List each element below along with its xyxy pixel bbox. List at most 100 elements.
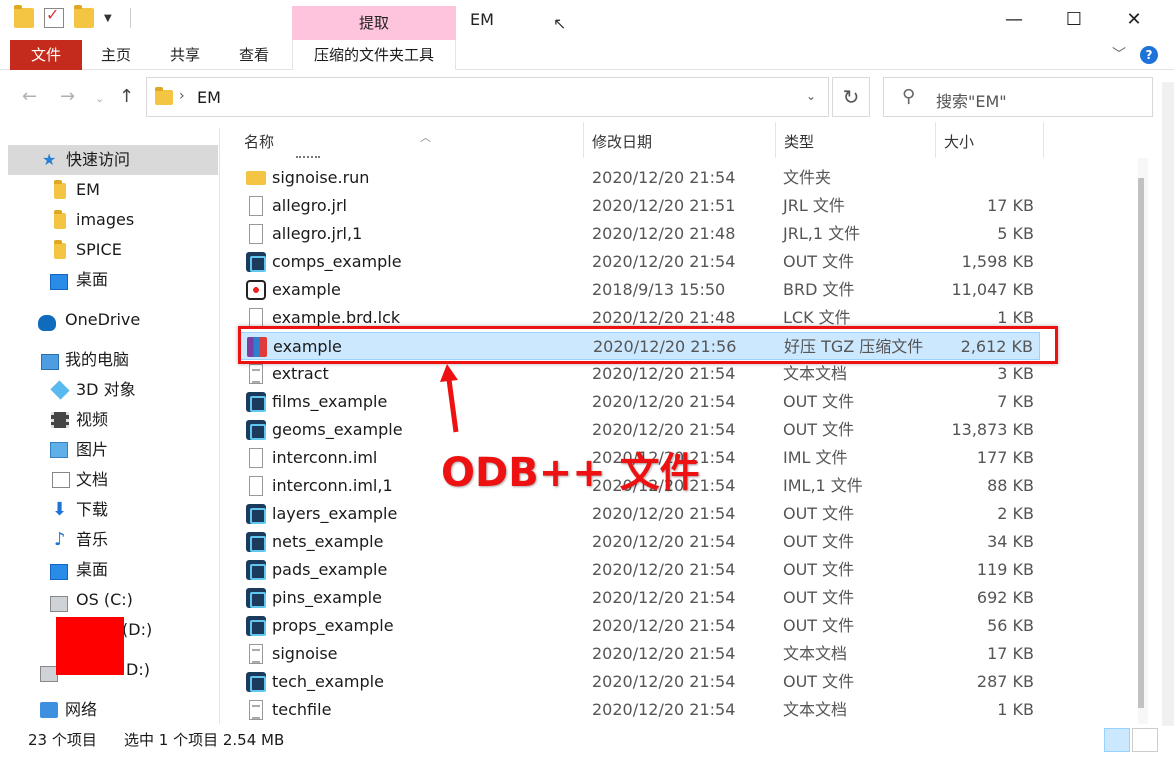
- scrollbar-thumb[interactable]: [1138, 178, 1144, 708]
- annotation-arrow: [440, 364, 459, 433]
- maximize-button[interactable]: ☐: [1044, 4, 1104, 36]
- file-row[interactable]: allegro.jrl 2020/12/20 21:51 JRL 文件 17 KB: [240, 192, 1040, 220]
- customize-dropdown-icon[interactable]: ▼: [104, 13, 112, 24]
- column-header-name[interactable]: 名称 ︿: [236, 122, 584, 158]
- sidebar-item-desktop[interactable]: 桌面: [8, 265, 218, 295]
- file-row[interactable]: comps_example 2020/12/20 21:54 OUT 文件 1,598…: [240, 248, 1040, 276]
- sidebar-item-drive-c[interactable]: OS (C:): [8, 585, 218, 615]
- computer-icon: [41, 354, 59, 370]
- file-row[interactable]: example 2018/9/13 15:50 BRD 文件 11,047 KB: [240, 276, 1040, 304]
- file-row[interactable]: props_example 2020/12/20 21:54 OUT 文件 56 KB: [240, 612, 1040, 640]
- column-header-modified[interactable]: 修改日期: [584, 122, 776, 158]
- file-row[interactable]: techfile 2020/12/20 21:54 文本文档 1 KB: [240, 696, 1040, 724]
- search-input[interactable]: ⚲ 搜索"EM": [883, 77, 1153, 117]
- sidebar-item-spice[interactable]: SPICE: [8, 235, 218, 265]
- desktop-icon: [50, 564, 68, 580]
- file-name: signoise: [272, 644, 338, 663]
- file-date: 2020/12/20 21:54: [592, 616, 736, 635]
- file-row[interactable]: signoise 2020/12/20 21:54 文本文档 17 KB: [240, 640, 1040, 668]
- file-size: 34 KB: [987, 532, 1034, 551]
- sidebar-item-pictures[interactable]: 图片: [8, 435, 218, 465]
- desktop-icon: [50, 274, 68, 290]
- breadcrumb-em[interactable]: EM: [197, 88, 221, 107]
- sidebar-item-label: 网络: [65, 700, 98, 719]
- navigation-bar: ← → ⌄ ↑ › EM ⌄ ↻ ⚲ 搜索"EM": [0, 76, 1174, 118]
- column-header-type[interactable]: 类型: [776, 122, 936, 158]
- file-row[interactable]: extract 2020/12/20 21:54 文本文档 3 KB: [240, 360, 1040, 388]
- sidebar-item-3d-objects[interactable]: 3D 对象: [8, 375, 218, 405]
- file-row[interactable]: allegro.jrl,1 2020/12/20 21:48 JRL,1 文件 5 K…: [240, 220, 1040, 248]
- file-row[interactable]: films_example 2020/12/20 21:54 OUT 文件 7 KB: [240, 388, 1040, 416]
- sidebar-item-desktop-pc[interactable]: 桌面: [8, 555, 218, 585]
- address-dropdown-icon[interactable]: ⌄: [806, 89, 816, 103]
- sidebar-item-onedrive[interactable]: OneDrive: [8, 305, 218, 335]
- forward-arrow-icon[interactable]: →: [60, 86, 75, 107]
- sidebar-item-music[interactable]: ♪ 音乐: [8, 525, 218, 555]
- help-icon[interactable]: ?: [1140, 46, 1158, 64]
- sidebar-item-label: OS (C:): [76, 590, 133, 609]
- details-view-button[interactable]: [1104, 728, 1130, 752]
- large-icons-view-button[interactable]: [1132, 728, 1158, 752]
- file-name: tech_example: [272, 672, 384, 691]
- refresh-button[interactable]: ↻: [832, 77, 870, 117]
- sidebar-item-label: 桌面: [76, 270, 109, 289]
- column-header-size[interactable]: 大小: [936, 122, 1044, 158]
- sidebar-item-em[interactable]: EM: [8, 175, 218, 205]
- file-type: OUT 文件: [783, 504, 855, 523]
- text-file-icon: [249, 700, 263, 720]
- sidebar-item-videos[interactable]: 视频: [8, 405, 218, 435]
- file-type: OUT 文件: [783, 616, 855, 635]
- vertical-scrollbar[interactable]: [1138, 158, 1148, 724]
- context-tab-header[interactable]: 提取: [292, 6, 456, 40]
- sidebar-item-documents[interactable]: 文档: [8, 465, 218, 495]
- file-row[interactable]: signoise.run 2020/12/20 21:54 文件夹: [240, 164, 1040, 192]
- breadcrumb-chevron-icon[interactable]: ›: [179, 88, 185, 104]
- drive-icon: [50, 596, 68, 612]
- file-name: signoise.run: [272, 168, 370, 187]
- new-folder-icon[interactable]: [74, 5, 94, 28]
- file-row[interactable]: nets_example 2020/12/20 21:54 OUT 文件 34 KB: [240, 528, 1040, 556]
- folder-icon[interactable]: [14, 5, 34, 28]
- sidebar-item-images[interactable]: images: [8, 205, 218, 235]
- sidebar-item-label: 桌面: [76, 560, 109, 579]
- file-name: techfile: [272, 700, 332, 719]
- file-date: 2020/12/20 21:54: [592, 588, 736, 607]
- file-row[interactable]: pads_example 2020/12/20 21:54 OUT 文件 119 KB: [240, 556, 1040, 584]
- chevron-down-icon[interactable]: ﹀: [1112, 44, 1126, 64]
- tab-file[interactable]: 文件: [10, 40, 82, 70]
- file-size: 88 KB: [987, 476, 1034, 495]
- file-row[interactable]: pins_example 2020/12/20 21:54 OUT 文件 692 KB: [240, 584, 1040, 612]
- close-button[interactable]: ✕: [1104, 4, 1164, 36]
- file-row[interactable]: layers_example 2020/12/20 21:54 OUT 文件 2 KB: [240, 500, 1040, 528]
- sidebar-item-downloads[interactable]: ⬇ 下载: [8, 495, 218, 525]
- back-arrow-icon[interactable]: ←: [22, 86, 37, 107]
- file-type: OUT 文件: [783, 588, 855, 607]
- file-name: allegro.jrl: [272, 196, 347, 215]
- file-row[interactable]: tech_example 2020/12/20 21:54 OUT 文件 287 KB: [240, 668, 1040, 696]
- address-bar[interactable]: › EM ⌄: [146, 77, 829, 117]
- tab-compressed-folder-tools[interactable]: 压缩的文件夹工具: [292, 40, 456, 70]
- pane-splitter[interactable]: [219, 128, 220, 724]
- sidebar-item-network[interactable]: 网络: [8, 695, 218, 725]
- annotation-label: ODB++ 文件: [441, 450, 700, 496]
- highlight-box: [238, 326, 1058, 364]
- tab-view[interactable]: 查看: [239, 40, 269, 70]
- sidebar-item-this-pc[interactable]: 我的电脑: [8, 345, 218, 375]
- picture-icon: [50, 442, 68, 458]
- status-bar: 23 个项目 选中 1 个项目 2.54 MB: [0, 726, 1174, 754]
- sidebar-item-label: 快速访问: [66, 150, 131, 169]
- sidebar-item-label: D:): [126, 660, 150, 679]
- up-arrow-icon[interactable]: ↑: [119, 86, 134, 107]
- minimize-button[interactable]: —: [984, 4, 1044, 36]
- recent-dropdown-icon[interactable]: ⌄: [95, 92, 104, 105]
- window-edge: [1162, 82, 1174, 122]
- sidebar-item-label: 图片: [76, 440, 109, 459]
- properties-icon[interactable]: [44, 5, 64, 28]
- out-file-icon: [246, 616, 266, 636]
- sidebar-item-label: EM: [76, 180, 100, 199]
- tab-share[interactable]: 共享: [170, 40, 200, 70]
- window-title: EM: [470, 10, 494, 29]
- tab-home[interactable]: 主页: [101, 40, 131, 70]
- sidebar-item-quick-access[interactable]: ★ 快速访问: [8, 145, 218, 175]
- file-type: 文本文档: [783, 364, 848, 383]
